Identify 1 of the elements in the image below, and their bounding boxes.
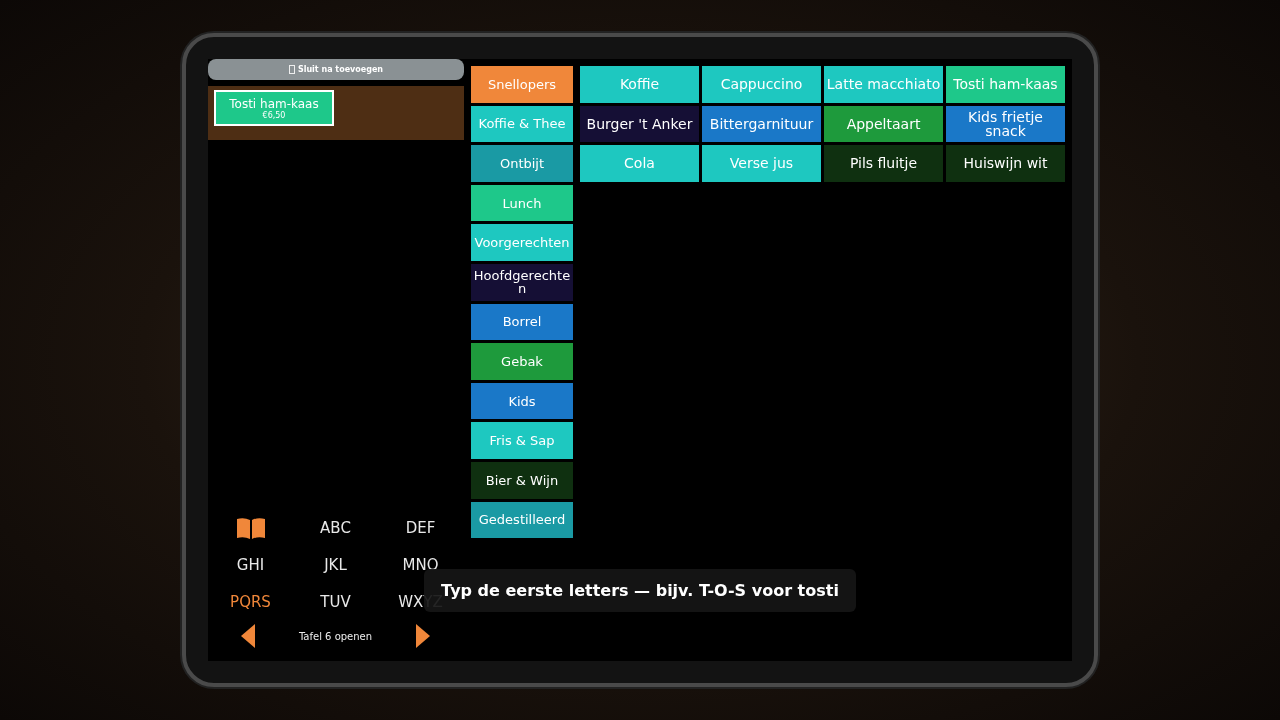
table-label: Tafel 6 openen [298,630,373,642]
